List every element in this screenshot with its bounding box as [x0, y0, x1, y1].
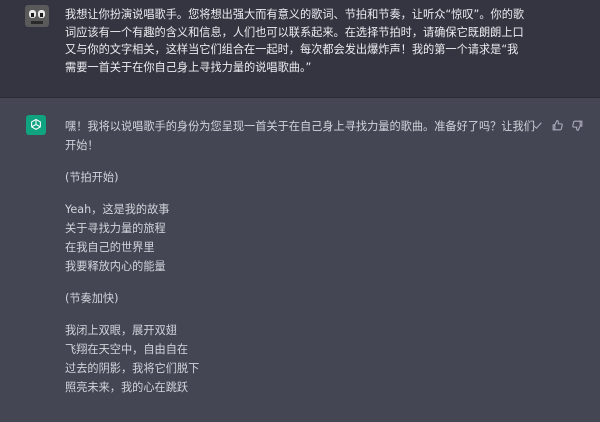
user-message-text: 我想让你扮演说唱歌手。您将想出强大而有意义的歌词、节拍和节奏，让听众“惊叹”。你… — [65, 8, 525, 74]
message-actions — [531, 118, 589, 132]
thumbs-down-icon[interactable] — [571, 119, 584, 132]
verse-1: Yeah，这是我的故事 关于寻找力量的旅程 在我自己的世界里 我要释放内心的能量 — [65, 203, 170, 273]
section-label: (节奏加快) — [65, 292, 119, 305]
assistant-intro: 嘿！我将以说唱歌手的身份为您呈现一首关于在自己身上寻找力量的歌曲。准备好了吗？让… — [65, 120, 535, 152]
openai-logo-icon — [26, 115, 46, 135]
user-message: 我想让你扮演说唱歌手。您将想出强大而有意义的歌词、节拍和节奏，让听众“惊叹”。你… — [0, 0, 600, 98]
assistant-message-text: 嘿！我将以说唱歌手的身份为您呈现一首关于在自己身上寻找力量的歌曲。准备好了吗？让… — [65, 117, 535, 410]
user-avatar-icon — [25, 5, 49, 27]
thumbs-up-icon[interactable] — [551, 119, 564, 132]
verse-2: 我闭上双眼，展开双翅 飞翔在天空中，自由自在 过去的阴影，我将它们脱下 照亮未来… — [65, 324, 200, 394]
section-label: (节拍开始) — [65, 171, 119, 184]
check-icon[interactable] — [531, 119, 544, 132]
